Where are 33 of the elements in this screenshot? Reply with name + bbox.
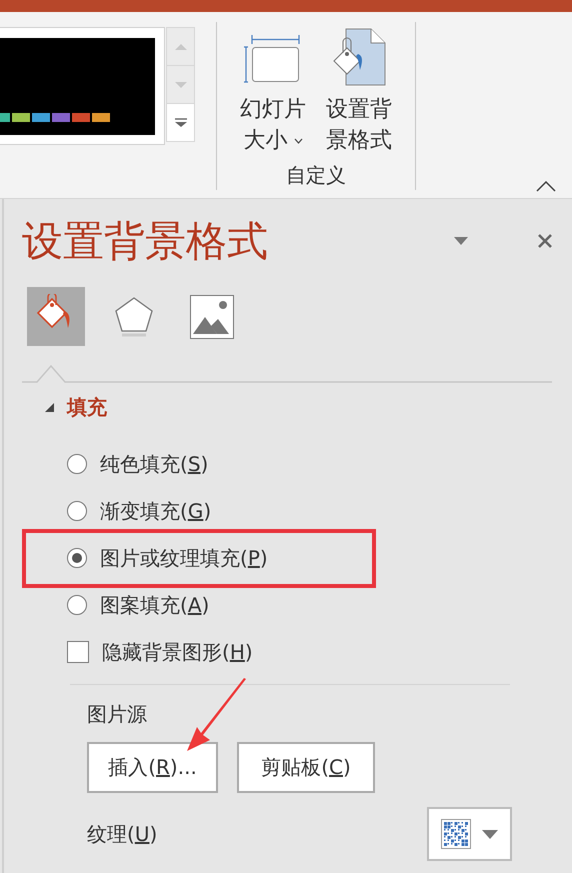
- option-label: 隐藏背景图形(H): [102, 638, 253, 666]
- radio-button[interactable]: [67, 595, 87, 615]
- theme-thumbnail[interactable]: [0, 27, 165, 145]
- up-arrow-icon: [174, 42, 188, 50]
- slide-size-button[interactable]: 幻灯片 大小: [235, 28, 311, 156]
- picture-source-label: 图片源: [87, 701, 148, 728]
- option-label: 纯色填充(S): [100, 450, 208, 478]
- collapse-icon[interactable]: [45, 402, 54, 412]
- expand-list-icon: [174, 118, 188, 128]
- picture-icon: [189, 294, 235, 340]
- group-label: 自定义: [286, 162, 346, 189]
- option-label: 图案填充(A): [100, 592, 210, 618]
- radio-button[interactable]: [67, 454, 87, 474]
- pane-title: 设置背景格式: [22, 216, 268, 267]
- collapse-ribbon-icon[interactable]: [536, 181, 556, 192]
- texture-dropdown[interactable]: [427, 807, 512, 861]
- radio-button[interactable]: [67, 548, 87, 568]
- texture-label: 纹理(U): [87, 820, 158, 848]
- checkbox[interactable]: [67, 641, 89, 663]
- dropdown-icon[interactable]: [454, 237, 468, 245]
- section-title: 填充: [67, 394, 107, 420]
- close-icon[interactable]: [538, 234, 552, 248]
- texture-swatch-icon: [440, 819, 471, 849]
- more-button[interactable]: [166, 103, 195, 142]
- clipboard-button[interactable]: 剪贴板(C): [237, 742, 375, 793]
- insert-button[interactable]: 插入(R)...: [87, 742, 218, 793]
- radio-button[interactable]: [67, 501, 87, 521]
- format-background-button[interactable]: 设置背 景格式: [321, 28, 397, 156]
- fill-tab[interactable]: [27, 287, 85, 346]
- option-label: 渐变填充(G): [100, 498, 212, 524]
- dropdown-icon: [482, 830, 498, 838]
- down-arrow-icon: [174, 80, 188, 88]
- option-label: 图片或纹理填充(P): [100, 544, 268, 572]
